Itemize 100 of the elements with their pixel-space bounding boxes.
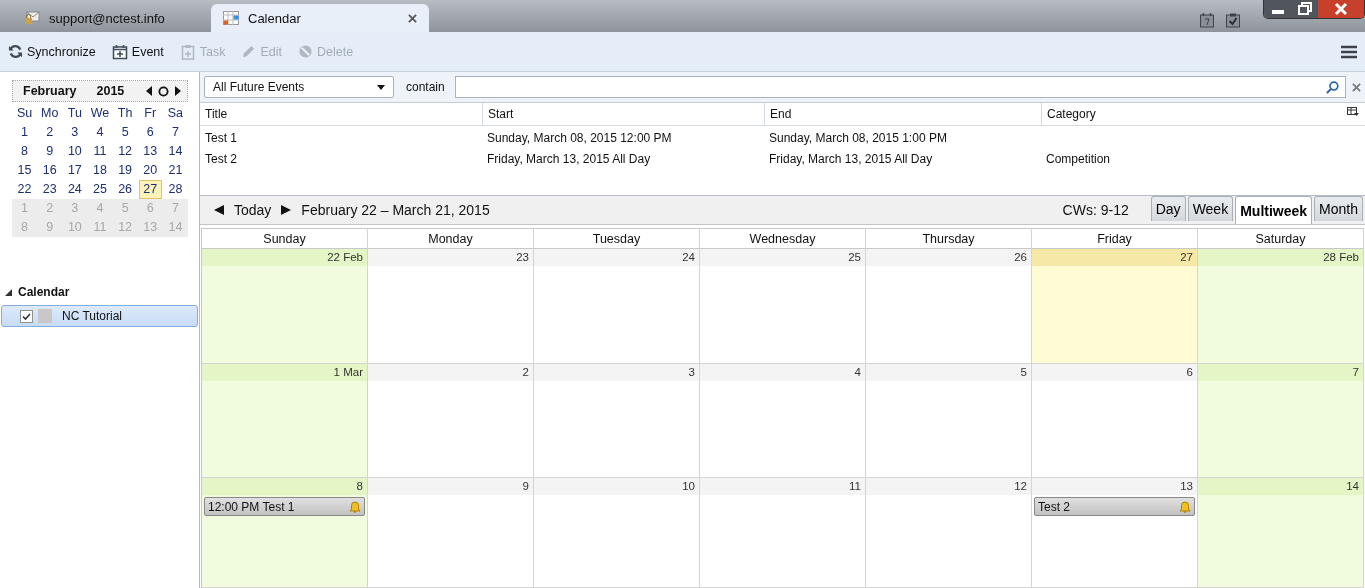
day-number[interactable]: 14 [163, 142, 187, 161]
day-cell[interactable]: 13 Test 2 [1032, 478, 1198, 588]
table-cell-text: Friday, March 13, 2015 All Day [768, 151, 934, 166]
day-number[interactable]: 8 [13, 142, 37, 161]
clear-icon[interactable] [1352, 82, 1361, 92]
day-number[interactable]: 23 [38, 180, 62, 199]
today-button[interactable]: Today [234, 202, 272, 218]
day-number[interactable]: 13 [138, 142, 162, 161]
month-label[interactable]: February [23, 84, 77, 98]
day-number[interactable]: 17 [63, 161, 87, 180]
day-number[interactable]: 19 [113, 161, 137, 180]
day-label: 14 [1346, 480, 1359, 492]
day-cell[interactable]: 7 [1198, 364, 1364, 478]
view-tab[interactable]: Week [1187, 196, 1234, 221]
column-header[interactable]: Start [482, 103, 764, 125]
view-tab[interactable]: Day [1150, 196, 1186, 221]
column-header[interactable]: End [764, 103, 1041, 125]
day-cell[interactable]: 26 [866, 249, 1032, 364]
day-number[interactable]: 1 [13, 123, 37, 142]
day-cell[interactable]: 3 [534, 364, 700, 478]
day-number[interactable]: 5 [113, 123, 137, 142]
view-tab[interactable]: Month [1314, 196, 1363, 221]
day-number[interactable]: 2 [38, 123, 62, 142]
day-cell[interactable]: 24 [534, 249, 700, 364]
day-cell[interactable]: 5 [866, 364, 1032, 478]
search-icon[interactable] [1326, 80, 1339, 94]
today-icon[interactable] [158, 85, 169, 97]
day-number[interactable]: 20 [138, 161, 162, 180]
day-cell[interactable]: 12 [866, 478, 1032, 588]
day-cell[interactable]: 1 Mar [202, 364, 368, 478]
day-cell[interactable]: 6 [1032, 364, 1198, 478]
next-icon[interactable] [281, 205, 292, 215]
day-cell[interactable]: 28 Feb [1198, 249, 1364, 364]
day-number[interactable]: 9 [38, 142, 62, 161]
table-cell-text: Friday, March 13, 2015 All Day [486, 151, 652, 166]
search-field[interactable] [454, 76, 1346, 98]
day-number[interactable]: 12 [113, 142, 137, 161]
menu-icon[interactable] [1341, 44, 1357, 59]
calendar-weeks-label: CWs: 9-12 [1062, 202, 1129, 218]
day-number[interactable]: 24 [63, 180, 87, 199]
day-cell[interactable]: 25 [700, 249, 866, 364]
day-number[interactable]: 11 [88, 142, 112, 161]
day-number[interactable]: 6 [138, 123, 162, 142]
next-icon[interactable] [175, 86, 181, 96]
calendar-item[interactable]: NC Tutorial [1, 305, 198, 327]
minimize-icon[interactable] [1264, 0, 1292, 18]
day-label: 22 Feb [327, 251, 363, 263]
day-number[interactable]: 3 [63, 123, 87, 142]
day-number[interactable]: 25 [88, 180, 112, 199]
event-row[interactable]: Test 1 Sunday, March 08, 2015 12:00 PM Sunday, March 08, 2015 1:00 PM [200, 127, 1365, 148]
toolbar-button[interactable]: Event [111, 43, 164, 60]
day-label: 7 [1352, 366, 1359, 378]
day-number[interactable]: 26 [113, 180, 137, 199]
restore-icon[interactable] [1292, 0, 1318, 18]
close-icon[interactable] [1318, 0, 1364, 18]
day-cell[interactable]: 27 [1032, 249, 1198, 364]
day-cell[interactable]: 9 [368, 478, 534, 588]
day-cell[interactable]: 14 [1198, 478, 1364, 588]
tab[interactable]: Calendar [211, 4, 429, 32]
tab[interactable]: support@nctest.info [12, 4, 202, 32]
day-label: 12 [1014, 480, 1027, 492]
toolbar-button[interactable]: Synchronize [8, 44, 96, 59]
day-number[interactable]: 15 [13, 161, 37, 180]
day-number[interactable]: 10 [63, 142, 87, 161]
previous-icon[interactable] [214, 205, 224, 215]
task-icon[interactable] [1225, 12, 1241, 28]
year-label[interactable]: 2015 [96, 84, 125, 98]
day-cell[interactable]: 11 [700, 478, 866, 588]
day-number[interactable]: 16 [38, 161, 62, 180]
day-label: 26 [1014, 251, 1027, 263]
filter-dropdown[interactable]: All Future Events [204, 76, 394, 98]
view-tab[interactable]: Multiweek [1235, 196, 1313, 224]
day-cell[interactable]: 23 [368, 249, 534, 364]
event-item[interactable]: Test 2 [1034, 497, 1195, 516]
day-cell[interactable]: 22 Feb [202, 249, 368, 364]
calendar-icon[interactable] [1199, 12, 1215, 28]
day-number[interactable]: 28 [163, 180, 187, 199]
day-number[interactable]: 22 [13, 180, 37, 199]
column-picker-icon[interactable] [1347, 107, 1359, 117]
column-header[interactable]: Title [200, 103, 482, 125]
day-number[interactable]: 27 [138, 180, 162, 199]
day-number[interactable]: 21 [163, 161, 187, 180]
day-number[interactable]: 18 [88, 161, 112, 180]
day-cell[interactable]: 8 12:00 PM Test 1 [202, 478, 368, 588]
day-cell[interactable]: 10 [534, 478, 700, 588]
day-cell[interactable]: 4 [700, 364, 866, 478]
close-icon[interactable] [408, 13, 417, 23]
day-label: 9 [522, 480, 529, 492]
expanded-icon[interactable] [5, 288, 12, 296]
calendar-icon [223, 11, 239, 25]
sync-icon [8, 44, 23, 59]
field-label: contain [406, 80, 445, 94]
day-number[interactable]: 7 [163, 123, 187, 142]
date-range: February 22 – March 21, 2015 [301, 202, 490, 218]
event-item[interactable]: 12:00 PM Test 1 [204, 497, 365, 516]
checked-checkbox[interactable] [20, 309, 33, 323]
day-cell[interactable]: 2 [368, 364, 534, 478]
day-number[interactable]: 4 [88, 123, 112, 142]
event-row[interactable]: Test 2 Friday, March 13, 2015 All Day Friday, March 13, 2015 All Day Competition [200, 148, 1365, 169]
previous-icon[interactable] [146, 86, 152, 96]
